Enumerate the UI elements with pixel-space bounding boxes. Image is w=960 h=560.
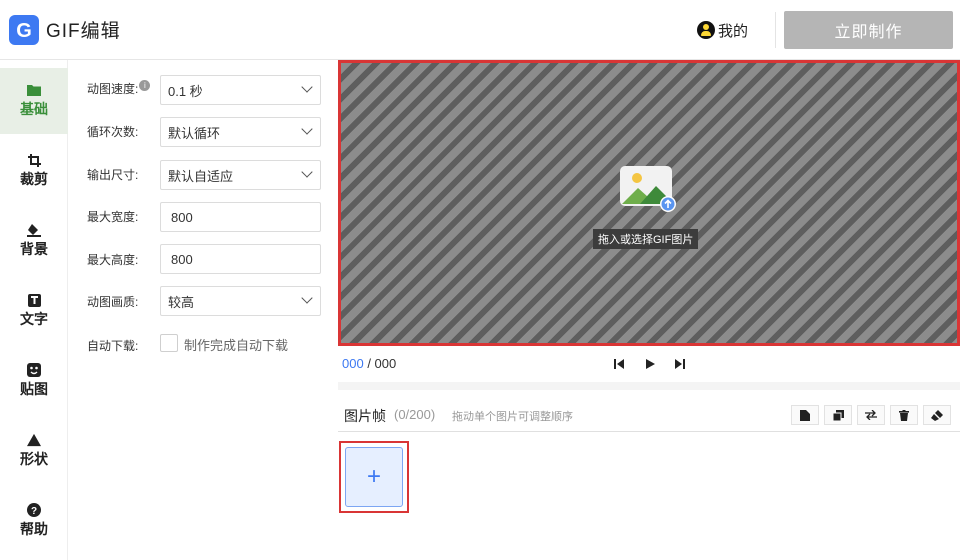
user-menu[interactable]: 我的 <box>697 18 748 42</box>
new-file-icon <box>800 409 810 421</box>
sidebar-item-help[interactable]: ? 帮助 <box>0 488 68 554</box>
chevron-down-icon <box>301 81 313 93</box>
speed-row: 动图速度: i <box>87 80 161 97</box>
auto-download-label: 自动下载: <box>87 339 139 353</box>
sidebar-item-label: 贴图 <box>20 381 48 397</box>
frames-header: 图片帧 (0/200) 拖动单个图片可调整顺序 <box>338 398 960 432</box>
max-width-input[interactable]: 800 <box>160 202 321 232</box>
quality-select[interactable]: 较高 <box>160 286 321 316</box>
output-size-select[interactable]: 默认自适应 <box>160 160 321 190</box>
quality-row: 动图画质: <box>87 293 161 310</box>
sidebar-item-label: 文字 <box>20 311 48 327</box>
max-height-row: 最大高度: <box>87 251 161 268</box>
max-width-label: 最大宽度: <box>87 210 139 224</box>
frames-hint: 拖动单个图片可调整顺序 <box>452 411 573 423</box>
upload-hint: 拖入或选择GIF图片 <box>593 229 699 249</box>
user-label: 我的 <box>718 22 749 40</box>
make-now-button[interactable]: 立即制作 <box>784 11 953 49</box>
total-frames: 000 <box>374 356 397 371</box>
info-icon[interactable]: i <box>139 80 151 91</box>
output-size-row: 输出尺寸: <box>87 166 161 183</box>
app-logo: G <box>9 15 39 45</box>
sidebar-item-label: 基础 <box>20 101 48 117</box>
loop-select[interactable]: 默认循环 <box>160 117 321 147</box>
sticker-icon <box>27 363 41 377</box>
duplicate-frame-button[interactable] <box>824 405 852 425</box>
delete-frame-button[interactable] <box>890 405 918 425</box>
auto-download-checkbox[interactable] <box>160 334 178 352</box>
settings-panel: 动图速度: i 0.1 秒 循环次数: 默认循环 输出尺寸: 默认自适应 最大宽度… <box>69 60 337 560</box>
folder-icon <box>27 83 41 97</box>
loop-row: 循环次数: <box>87 123 161 140</box>
clear-frames-button[interactable] <box>923 405 951 425</box>
sidebar-item-label: 裁剪 <box>20 171 48 187</box>
chevron-down-icon <box>301 123 313 135</box>
auto-download-checkbox-label[interactable]: 制作完成自动下载 <box>184 335 288 354</box>
frames-panel: 图片帧 (0/200) 拖动单个图片可调整顺序 + <box>338 382 960 560</box>
add-frame-highlight: + <box>339 441 409 513</box>
max-height-label: 最大高度: <box>87 253 139 267</box>
auto-download-row: 自动下载: <box>87 337 161 354</box>
previous-frame-button[interactable] <box>613 358 625 370</box>
svg-text:G: G <box>16 20 32 42</box>
playback-bar: 000 / 000 <box>338 346 960 382</box>
sidebar-item-background[interactable]: 背景 <box>0 208 68 274</box>
current-frame: 000 <box>342 356 364 371</box>
image-upload-icon <box>620 166 676 212</box>
max-width-row: 最大宽度: <box>87 208 161 225</box>
brush-icon <box>931 409 943 421</box>
help-icon: ? <box>27 503 41 517</box>
sidebar-item-sticker[interactable]: 贴图 <box>0 348 68 414</box>
crop-icon <box>27 153 41 167</box>
step-forward-icon <box>675 359 685 369</box>
text-icon <box>27 293 41 307</box>
app-header: G GIF编辑 我的 立即制作 <box>0 0 960 60</box>
quality-label: 动图画质: <box>87 295 139 309</box>
add-frame-button[interactable]: + <box>345 447 403 507</box>
sidebar-item-shape[interactable]: 形状 <box>0 418 68 484</box>
app-title: GIF编辑 <box>46 21 121 42</box>
swap-icon <box>865 410 877 420</box>
output-size-label: 输出尺寸: <box>87 168 139 182</box>
duplicate-icon <box>832 409 844 421</box>
new-frame-button[interactable] <box>791 405 819 425</box>
sidebar-item-label: 形状 <box>20 451 48 467</box>
loop-label: 循环次数: <box>87 125 139 139</box>
frame-counter: 000 / 000 <box>342 356 397 371</box>
sidebar-item-text[interactable]: 文字 <box>0 278 68 344</box>
frames-count: (0/200) <box>394 407 436 422</box>
sidebar-item-label: 背景 <box>20 241 48 257</box>
step-back-icon <box>614 359 624 369</box>
triangle-icon <box>27 433 41 447</box>
chevron-down-icon <box>301 292 313 304</box>
tool-sidebar: 基础 裁剪 背景 文字 贴图 形状 ? 帮助 <box>0 60 68 560</box>
speed-label: 动图速度: i <box>87 80 161 97</box>
max-height-input[interactable]: 800 <box>160 244 321 274</box>
play-button[interactable] <box>644 358 656 370</box>
speed-select[interactable]: 0.1 秒 <box>160 75 321 105</box>
trash-icon <box>899 409 909 421</box>
paint-bucket-icon <box>27 223 41 237</box>
chevron-down-icon <box>301 166 313 178</box>
gif-drop-area[interactable]: 拖入或选择GIF图片 <box>338 60 960 346</box>
header-divider <box>775 12 776 48</box>
next-frame-button[interactable] <box>674 358 686 370</box>
play-icon <box>646 359 655 369</box>
frames-title: 图片帧 <box>344 408 386 424</box>
sidebar-item-crop[interactable]: 裁剪 <box>0 138 68 204</box>
user-icon <box>697 21 715 39</box>
swap-frames-button[interactable] <box>857 405 885 425</box>
sidebar-item-basic[interactable]: 基础 <box>0 68 68 134</box>
svg-text:?: ? <box>31 506 37 517</box>
sidebar-item-label: 帮助 <box>20 521 48 537</box>
